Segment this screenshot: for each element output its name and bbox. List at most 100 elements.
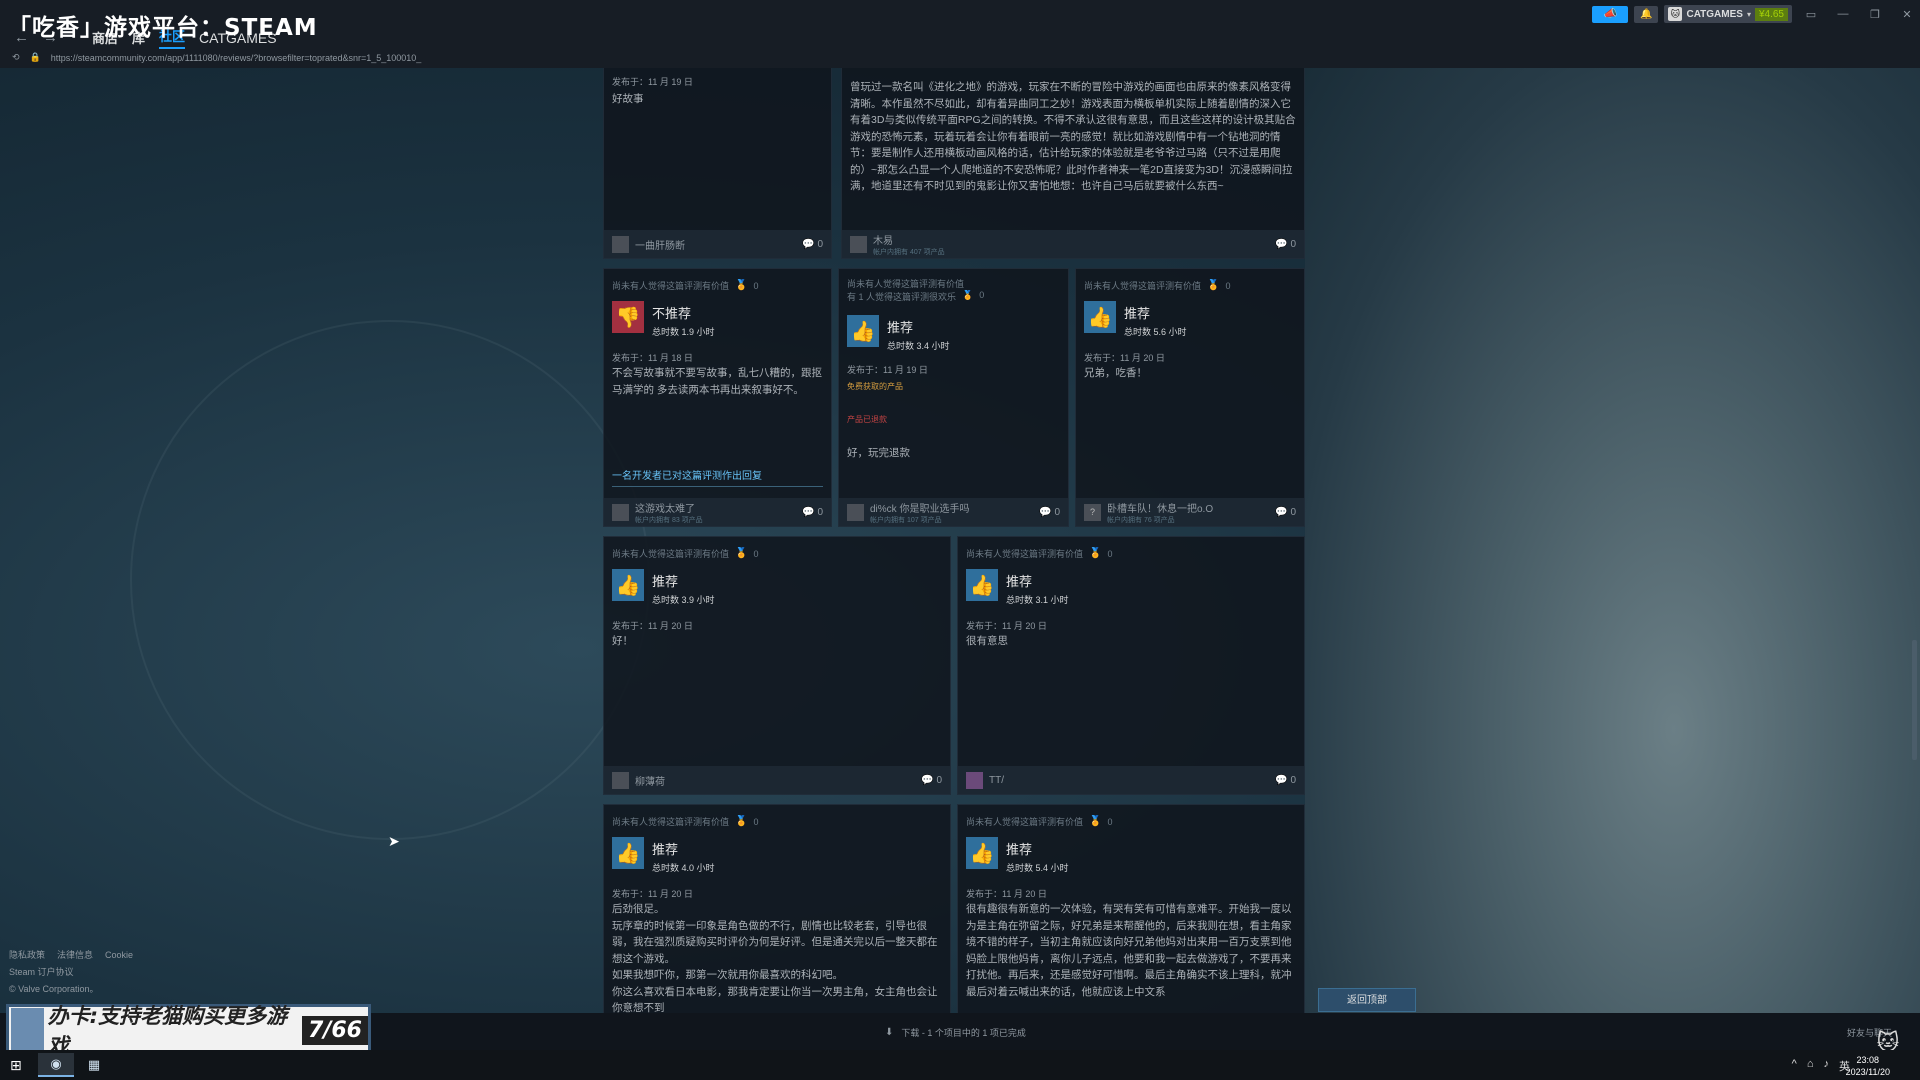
comment-count: 0 [1054, 506, 1060, 518]
top-right-controls: 📣 🔔 🐱 CATGAMES ▾ ¥4.65 ▭ — ❐ ✕ [1592, 4, 1920, 24]
verdict-label: 推荐 [887, 320, 914, 335]
privacy-link[interactable]: 隐私政策 [9, 947, 45, 964]
review-card[interactable]: 尚未有人觉得这篇评测有价值 🏅 0 👍 推荐 总时数 5.4 小时 发布于：11 月… [957, 804, 1305, 1013]
verdict-label: 不推荐 [652, 306, 692, 321]
thumbs-up-icon: 👍 [612, 837, 644, 869]
reviewer-name[interactable]: 这游戏太难了 [635, 500, 796, 515]
review-body: 好！ [612, 635, 633, 647]
avatar[interactable] [612, 503, 629, 521]
refunded-tag: 产品已退款 [847, 415, 887, 424]
background-decoration [130, 320, 650, 840]
reviewer-product-count: 帐户内拥有 76 项产品 [1107, 516, 1175, 524]
tray-chevron-icon[interactable]: ^ [1792, 1058, 1797, 1074]
back-to-top-button[interactable]: 返回顶部 [1318, 988, 1416, 1012]
review-card[interactable]: 尚未有人觉得这篇评测有价值 🏅 0 👍 推荐 总时数 3.9 小时 发布于：11 月… [603, 536, 951, 795]
broadcast-icon[interactable]: 📣 [1592, 5, 1629, 23]
review-card[interactable]: 尚未有人觉得这篇评测有价值 有 1 人觉得这篇评测很欢乐 🏅 0 👍 推荐 总时… [838, 268, 1069, 527]
review-posted-date: 发布于：11 月 20 日 [966, 621, 1047, 631]
avatar[interactable] [612, 235, 629, 253]
ssa-link[interactable]: Steam 订户协议 [9, 964, 133, 981]
review-footer: di%ck 你是职业选手吗 帐户内拥有 107 项产品 💬 0 [839, 498, 1068, 526]
reviewer-name[interactable]: di%ck 你是职业选手吗 [870, 500, 1033, 515]
notification-bell-icon[interactable]: 🔔 [1634, 5, 1659, 23]
award-count: 0 [753, 280, 759, 291]
big-picture-icon[interactable]: ▭ [1798, 8, 1824, 21]
comment-icon[interactable]: 💬 [1275, 239, 1287, 250]
review-card[interactable]: 尚未有人觉得这篇评测有价值 🏅 0 👍 推荐 总时数 5.6 小时 发布于：11 月… [1075, 268, 1305, 527]
award-icon[interactable]: 🏅 [1207, 280, 1219, 291]
award-count: 0 [753, 816, 759, 827]
review-posted-date: 发布于：11 月 20 日 [966, 889, 1047, 899]
comment-icon[interactable]: 💬 [1275, 507, 1287, 518]
review-card[interactable]: 尚未有人觉得这篇评测有价值 🏅 0 👍 推荐 总时数 3.1 小时 发布于：11 月… [957, 536, 1305, 795]
comment-icon[interactable]: 💬 [921, 775, 933, 786]
helpful-count-text: 尚未有人觉得这篇评测有价值 [1084, 281, 1202, 291]
reviewer-product-count: 帐户内拥有 107 项产品 [870, 516, 942, 524]
legal-footer: 隐私政策 法律信息 Cookie Steam 订户协议 © Valve Corp… [9, 947, 133, 998]
comment-icon[interactable]: 💬 [1275, 775, 1287, 786]
review-body: 好故事 [612, 93, 644, 105]
app-taskbar-icon[interactable]: ▦ [76, 1053, 112, 1077]
award-count: 0 [979, 290, 985, 300]
url-bar: ⟲ 🔒 https://steamcommunity.com/app/11110… [12, 52, 421, 63]
account-name: CATGAMES [1686, 8, 1743, 20]
review-verdict: 👍 推荐 总时数 5.6 小时 [1084, 301, 1187, 338]
comment-icon[interactable]: 💬 [1039, 507, 1051, 518]
mouse-cursor-icon: ➤ [388, 833, 400, 849]
system-clock[interactable]: 23:08 2023/11/20 [1846, 1054, 1890, 1078]
avatar[interactable] [850, 235, 867, 253]
clock-date: 2023/11/20 [1845, 1067, 1890, 1077]
award-icon[interactable]: 🏅 [1089, 548, 1101, 559]
playtime: 总时数 3.9 小时 [652, 595, 715, 605]
comment-count: 0 [817, 506, 823, 518]
cookie-link[interactable]: Cookie [105, 947, 133, 964]
review-card[interactable]: 尚未有人觉得这篇评测有价值 🏅 0 👍 推荐 总时数 4.0 小时 发布于：11 月… [603, 804, 951, 1013]
review-card[interactable]: 发布于：11 月 19 日 好故事 一曲肝肠断 💬 0 [603, 68, 832, 259]
award-icon[interactable]: 🏅 [735, 816, 747, 827]
avatar[interactable]: ? [1084, 503, 1101, 521]
award-icon[interactable]: 🏅 [962, 290, 973, 303]
download-status[interactable]: ⬇ 下载 - 1 个项目中的 1 项已完成 [885, 1026, 1026, 1039]
reviewer-name[interactable]: 卧槽车队！休息一把o.O [1107, 500, 1269, 515]
award-icon[interactable]: 🏅 [735, 548, 747, 559]
award-icon[interactable]: 🏅 [735, 280, 747, 291]
helpful-count-text: 尚未有人觉得这篇评测有价值 [966, 549, 1084, 559]
helpful-count-text: 尚未有人觉得这篇评测有价值 [612, 281, 730, 291]
maximize-icon[interactable]: ❐ [1862, 8, 1888, 21]
review-card[interactable]: 尚未有人觉得这篇评测有价值 🏅 0 👎 不推荐 总时数 1.9 小时 发布于：11 … [603, 268, 832, 527]
account-avatar: 🐱 [1668, 7, 1683, 21]
developer-reply-link[interactable]: 一名开发者已对这篇评测作出回复 [612, 467, 823, 487]
review-card[interactable]: 曾玩过一款名叫《进化之地》的游戏，玩家在不断的冒险中游戏的画面也由原来的像素风格… [841, 68, 1305, 259]
reviewer-name[interactable]: 柳薄荷 [635, 773, 915, 788]
reviewer-product-count: 帐户内拥有 83 项产品 [635, 516, 703, 524]
reviewer-product-count: 帐户内拥有 407 项产品 [873, 248, 945, 256]
steam-taskbar-icon[interactable]: ◉ [38, 1053, 74, 1077]
comment-icon[interactable]: 💬 [802, 239, 814, 250]
helpful-count-text: 尚未有人觉得这篇评测有价值 [847, 279, 965, 289]
close-icon[interactable]: ✕ [1894, 8, 1920, 21]
legal-link[interactable]: 法律信息 [57, 947, 93, 964]
avatar[interactable] [966, 771, 983, 789]
refresh-icon[interactable]: ⟲ [12, 52, 20, 63]
review-body: 兄弟，吃香！ [1084, 367, 1147, 379]
network-icon[interactable]: ⌂ [1807, 1058, 1814, 1074]
account-menu[interactable]: 🐱 CATGAMES ▾ ¥4.65 [1664, 5, 1792, 23]
review-posted-date: 发布于：11 月 20 日 [612, 889, 693, 899]
reviewer-name[interactable]: 木易 [873, 232, 1269, 247]
award-icon[interactable]: 🏅 [1089, 816, 1101, 827]
wallet-balance: ¥4.65 [1754, 7, 1788, 21]
comment-icon[interactable]: 💬 [802, 507, 814, 518]
reviewer-name[interactable]: TT/ [989, 775, 1269, 786]
windows-start-icon[interactable]: ⊞ [10, 1057, 22, 1074]
review-verdict: 👍 推荐 总时数 3.9 小时 [612, 569, 715, 606]
reviewer-name[interactable]: 一曲肝肠断 [635, 237, 796, 252]
volume-icon[interactable]: ♪ [1824, 1058, 1830, 1074]
page-scrollbar[interactable] [1912, 640, 1917, 760]
review-body: 不会写故事就不要写故事，乱七八糟的，跟抠马满学的 多去读两本书再出来叙事好不。 [612, 367, 822, 396]
avatar[interactable] [612, 771, 629, 789]
review-posted-date: 发布于：11 月 19 日 [847, 365, 928, 375]
url-text[interactable]: https://steamcommunity.com/app/1111080/r… [51, 53, 422, 63]
avatar[interactable] [847, 503, 864, 521]
minimize-icon[interactable]: — [1830, 8, 1856, 20]
copyright: © Valve Corporation。 [9, 984, 99, 994]
